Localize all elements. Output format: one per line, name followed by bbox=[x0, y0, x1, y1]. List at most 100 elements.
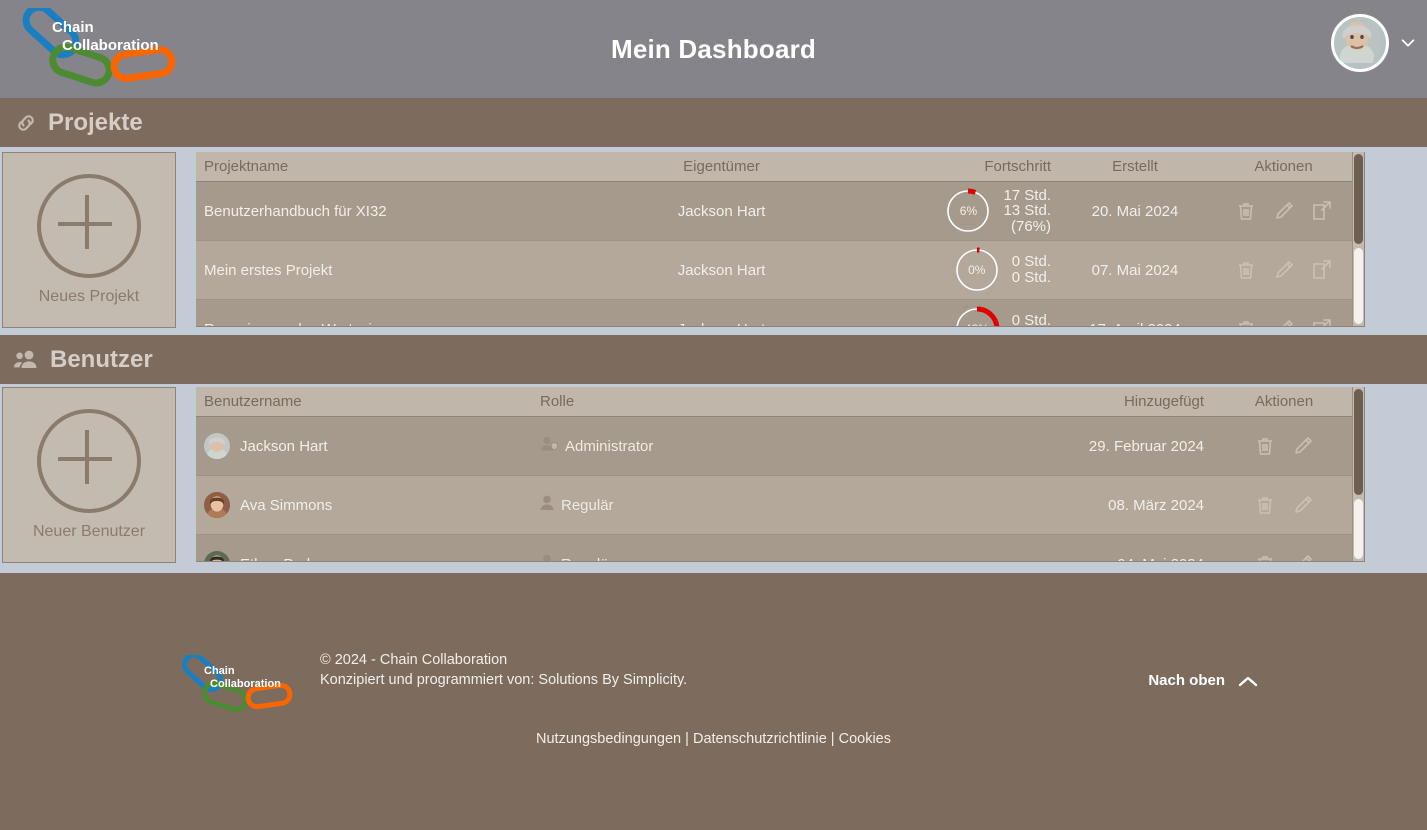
scrollbar-thumb[interactable] bbox=[1354, 389, 1363, 495]
user-actions bbox=[1212, 416, 1356, 476]
scrollbar-track[interactable] bbox=[1354, 499, 1363, 559]
delete-icon[interactable] bbox=[1253, 434, 1277, 458]
open-external-icon[interactable] bbox=[1310, 258, 1334, 282]
open-external-icon[interactable] bbox=[1310, 199, 1334, 223]
user-actions bbox=[1212, 475, 1356, 535]
user-name: Ava Simmons bbox=[240, 496, 333, 514]
avatar[interactable] bbox=[1331, 14, 1389, 72]
user-menu[interactable] bbox=[1331, 14, 1417, 72]
new-project-card[interactable]: Neues Projekt bbox=[2, 152, 176, 328]
table-row[interactable]: Ethan Parker Regulär 04. Mai 2024 bbox=[196, 534, 1356, 562]
col-hinzugefuegt[interactable]: Hinzugefügt bbox=[1042, 387, 1212, 417]
project-owner: Jackson Hart bbox=[614, 181, 829, 241]
project-name[interactable]: Renovierung des Wartezimmers bbox=[196, 299, 614, 326]
user-name-cell[interactable]: Ethan Parker bbox=[196, 534, 532, 561]
section-header-users: Benutzer bbox=[0, 335, 1427, 384]
user-name-cell[interactable]: Jackson Hart bbox=[196, 416, 532, 476]
brand-logo[interactable]: Chain Collaboration bbox=[12, 8, 182, 90]
hours-line1: 0 Std. bbox=[1011, 253, 1051, 271]
plus-circle-icon bbox=[37, 174, 141, 278]
user-role: Regulär bbox=[561, 496, 614, 514]
scrollbar-track[interactable] bbox=[1354, 248, 1363, 324]
projects-table-header-row: Projektname Eigentümer Fortschritt Erste… bbox=[196, 152, 1356, 182]
user-added: 29. Februar 2024 bbox=[1042, 416, 1212, 476]
user-name: Jackson Hart bbox=[240, 437, 328, 455]
avatar bbox=[204, 551, 230, 561]
project-hours: 0 Std. 0 Std. bbox=[1012, 313, 1051, 326]
project-actions bbox=[1211, 240, 1356, 300]
plus-circle-icon bbox=[37, 409, 141, 513]
edit-icon[interactable] bbox=[1272, 199, 1296, 223]
section-label-projects: Projekte bbox=[48, 108, 143, 136]
col-aktionen-users: Aktionen bbox=[1212, 387, 1356, 417]
table-row[interactable]: Jackson Hart Administrator 29. Februar 2… bbox=[196, 416, 1356, 476]
link-privacy[interactable]: Datenschutzrichtlinie bbox=[693, 731, 827, 747]
hours-line1: 17 Std. bbox=[1003, 186, 1051, 204]
user-name-cell[interactable]: Ava Simmons bbox=[196, 475, 532, 535]
col-projektname[interactable]: Projektname bbox=[196, 152, 614, 182]
footer-copyright: © 2024 - Chain Collaboration bbox=[320, 652, 508, 668]
delete-icon[interactable] bbox=[1234, 199, 1258, 223]
progress-donut: 0% bbox=[954, 247, 1000, 293]
user-icon bbox=[540, 554, 554, 561]
table-row[interactable]: Benutzerhandbuch für XI32 Jackson Hart 6… bbox=[196, 181, 1356, 241]
users-scrollbar[interactable] bbox=[1352, 387, 1364, 561]
chevron-down-icon[interactable] bbox=[1399, 34, 1417, 52]
open-external-icon[interactable] bbox=[1310, 317, 1334, 326]
hours-line2: 13 Std. bbox=[1003, 202, 1051, 220]
table-row[interactable]: Ava Simmons Regulär 08. März 2024 bbox=[196, 475, 1356, 535]
new-user-card[interactable]: Neuer Benutzer bbox=[2, 387, 176, 563]
col-benutzername[interactable]: Benutzername bbox=[196, 387, 532, 417]
project-name[interactable]: Mein erstes Projekt bbox=[196, 240, 614, 300]
section-label-users: Benutzer bbox=[50, 345, 153, 373]
footer-brand-line1-text: Chain bbox=[204, 665, 235, 677]
col-rolle[interactable]: Rolle bbox=[532, 387, 1042, 417]
scrollbar-thumb[interactable] bbox=[1354, 154, 1363, 244]
progress-label: 43% bbox=[954, 306, 1000, 326]
chevron-up-icon[interactable] bbox=[1237, 673, 1259, 689]
hours-line3: (76%) bbox=[1010, 217, 1051, 235]
delete-icon[interactable] bbox=[1234, 258, 1258, 282]
delete-icon[interactable] bbox=[1234, 317, 1258, 326]
back-to-top-label: Nach oben bbox=[1148, 672, 1225, 689]
link-terms[interactable]: Nutzungsbedingungen bbox=[536, 731, 681, 747]
footer-text: © 2024 - Chain Collaboration Konzipiert … bbox=[320, 650, 700, 690]
user-role: Administrator bbox=[565, 437, 654, 455]
link-cookies[interactable]: Cookies bbox=[839, 731, 891, 747]
footer-separator-2: | bbox=[830, 731, 835, 747]
project-owner: Jackson Hart bbox=[614, 299, 829, 326]
user-role: Regulär bbox=[561, 556, 614, 562]
user-added: 04. Mai 2024 bbox=[1042, 534, 1212, 561]
edit-icon[interactable] bbox=[1291, 552, 1315, 561]
project-hours: 17 Std. 13 Std. (76%) bbox=[1003, 188, 1051, 235]
projects-scrollbar[interactable] bbox=[1352, 152, 1364, 326]
project-actions bbox=[1211, 299, 1356, 326]
user-shield-icon bbox=[540, 436, 558, 456]
edit-icon[interactable] bbox=[1291, 493, 1315, 517]
edit-icon[interactable] bbox=[1272, 317, 1296, 326]
col-eigentuemer[interactable]: Eigentümer bbox=[614, 152, 829, 182]
edit-icon[interactable] bbox=[1272, 258, 1296, 282]
users-table-container: Benutzername Rolle Hinzugefügt Aktionen bbox=[196, 387, 1365, 562]
user-role-cell: Administrator bbox=[532, 416, 1042, 476]
user-role-cell: Regulär bbox=[532, 475, 1042, 535]
user-role-cell: Regulär bbox=[532, 534, 1042, 562]
project-actions bbox=[1211, 181, 1356, 241]
table-row[interactable]: Renovierung des Wartezimmers Jackson Har… bbox=[196, 299, 1356, 326]
footer-brand-logo[interactable]: Chain Collaboration bbox=[176, 652, 296, 717]
new-project-label: Neues Projekt bbox=[38, 288, 140, 305]
project-name[interactable]: Benutzerhandbuch für XI32 bbox=[196, 181, 614, 241]
edit-icon[interactable] bbox=[1291, 434, 1315, 458]
table-row[interactable]: Mein erstes Projekt Jackson Hart 0% 0 St… bbox=[196, 240, 1356, 300]
project-created: 17. April 2024 bbox=[1059, 299, 1211, 326]
brand-line1-text: Chain bbox=[52, 19, 94, 36]
col-fortschritt[interactable]: Fortschritt bbox=[829, 152, 1059, 182]
delete-icon[interactable] bbox=[1253, 493, 1277, 517]
avatar bbox=[204, 492, 230, 518]
back-to-top-button[interactable]: Nach oben bbox=[1148, 672, 1259, 689]
col-aktionen: Aktionen bbox=[1211, 152, 1356, 182]
app-header: Chain Collaboration Mein Dashboard bbox=[0, 0, 1427, 98]
progress-donut: 43% bbox=[954, 306, 1000, 326]
delete-icon[interactable] bbox=[1253, 552, 1277, 561]
col-erstellt[interactable]: Erstellt bbox=[1059, 152, 1211, 182]
